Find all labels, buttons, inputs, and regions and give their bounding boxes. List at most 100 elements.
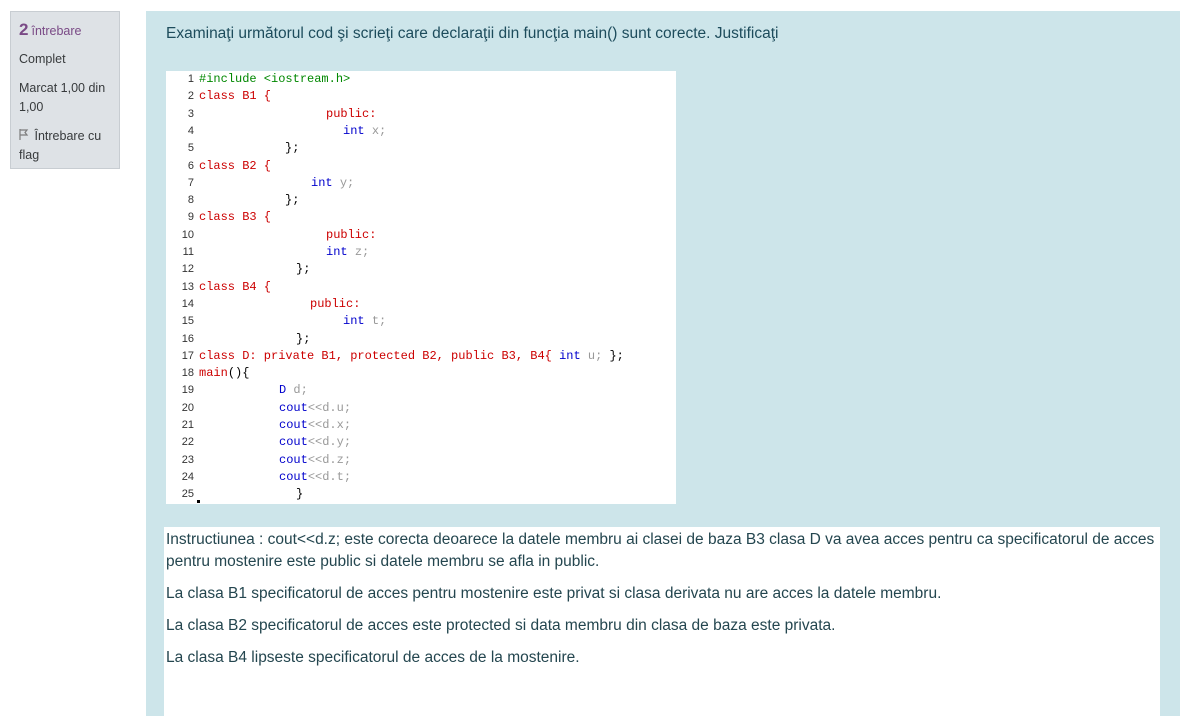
question-label: întrebare (31, 24, 82, 38)
code-text: class D: private B1, protected B2, publi… (199, 348, 624, 365)
code-token: public: (326, 106, 377, 121)
code-token: cout (279, 435, 308, 450)
line-number: 16 (181, 332, 194, 345)
code-token: class D: private B1, protected B2, publi… (199, 348, 560, 363)
code-text: int t; (343, 313, 386, 330)
code-line: 23 cout<<d.z; (166, 452, 351, 469)
question-number: 2 (19, 20, 29, 39)
code-line: 6 class B2 { (166, 158, 271, 175)
code-text: }; (296, 261, 310, 278)
line-number: 10 (181, 228, 194, 241)
code-token: <<d.u; (307, 400, 352, 415)
code-line: 14 public: (166, 296, 361, 313)
code-text: public: (326, 227, 376, 244)
code-end-dot (197, 500, 200, 503)
code-text: cout<<d.z; (279, 452, 351, 469)
question-number-line: 2 întrebare (19, 20, 111, 40)
code-text: } (296, 486, 303, 503)
code-line: 19 D d; (166, 382, 308, 399)
answer-paragraph: La clasa B4 lipseste specificatorul de a… (166, 649, 580, 666)
answer-textarea[interactable]: Instructiunea : cout<<d.z; este corecta … (164, 527, 1160, 716)
code-line: 18 main(){ (166, 365, 250, 382)
code-text: class B2 { (199, 158, 271, 175)
code-token: }; (285, 141, 300, 156)
code-line: 7 int y; (166, 175, 354, 192)
line-number: 3 (187, 107, 194, 120)
code-text: int x; (343, 123, 386, 140)
code-token: d; (293, 383, 308, 398)
flag-question-link[interactable]: Întrebare cu flag (19, 127, 111, 165)
code-token: y; (339, 175, 355, 190)
code-line: 12}; (166, 261, 311, 278)
code-text: main(){ (199, 365, 249, 382)
code-line: 9 class B3 { (166, 209, 271, 226)
code-token: cout (279, 400, 308, 415)
code-token: <<d.t; (307, 469, 352, 484)
code-line: 1 #include <iostream.h> (166, 71, 350, 88)
code-token: int (311, 175, 340, 190)
line-number: 23 (181, 453, 194, 466)
code-token: #include <iostream.h> (199, 72, 351, 86)
code-line: 20 cout<<d.u; (166, 400, 351, 417)
line-number: 25 (181, 488, 194, 501)
code-line: 22 cout<<d.y; (166, 434, 351, 451)
line-number: 2 (187, 90, 194, 103)
code-text: class B3 { (199, 209, 271, 226)
flag-icon (19, 127, 31, 146)
line-number: 24 (181, 470, 194, 483)
code-text: }; (296, 331, 310, 348)
code-token: main (199, 366, 228, 381)
code-token: class B4 { (199, 279, 272, 294)
code-token: }; (609, 348, 624, 363)
line-number: 22 (181, 436, 194, 449)
code-text: cout<<d.x; (279, 417, 351, 434)
line-number: 18 (181, 367, 194, 380)
code-token: <<d.x; (307, 418, 352, 432)
line-number: 5 (187, 142, 194, 155)
line-number: 15 (181, 315, 194, 328)
code-line: 8}; (166, 192, 300, 209)
question-text: Examinaţi următorul cod şi scrieţi care … (166, 25, 779, 42)
code-text: D d; (279, 382, 308, 399)
question-mark: Marcat 1,00 din 1,00 (19, 81, 106, 114)
line-number: 19 (181, 384, 194, 397)
line-number: 4 (187, 124, 194, 137)
code-line: 15 int t; (166, 313, 386, 330)
code-line: 24 cout<<d.t; (166, 469, 351, 486)
flag-label: Întrebare cu flag (19, 129, 102, 162)
line-number: 21 (181, 419, 194, 431)
answer-paragraph: Instructiunea : cout<<d.z; este corecta … (166, 531, 1155, 570)
question-status: Complet (19, 52, 66, 66)
line-number: 1 (187, 73, 194, 85)
code-text: }; (285, 140, 299, 157)
code-token: class B3 { (199, 210, 272, 225)
question-content: Examinaţi următorul cod şi scrieţi care … (146, 11, 1180, 716)
code-line: 3 public: (166, 106, 377, 123)
code-line: 4 int x; (166, 123, 386, 140)
code-token: }; (296, 331, 311, 346)
code-token: } (296, 487, 304, 502)
code-text: int y; (311, 175, 354, 192)
code-token: class B2 { (199, 158, 272, 173)
code-token: x; (371, 123, 387, 138)
code-line: 25} (166, 486, 303, 503)
answer-paragraph: La clasa B1 specificatorul de acces pent… (166, 585, 942, 602)
code-token: <<d.y; (307, 435, 352, 450)
code-text: }; (285, 192, 299, 209)
line-number: 8 (187, 194, 194, 207)
code-token: t; (371, 314, 387, 329)
code-token: z; (354, 245, 370, 259)
code-token: cout (279, 418, 308, 432)
question-info-panel: 2 întrebare Complet Marcat 1,00 din 1,00 … (10, 11, 120, 169)
code-token: D (279, 383, 294, 398)
code-token: int (559, 348, 588, 363)
code-listing: 1 #include <iostream.h> 2 class B1 {3 public… (166, 71, 676, 504)
line-number: 14 (181, 297, 194, 310)
line-number: 12 (181, 263, 194, 276)
line-number: 9 (187, 211, 194, 224)
code-line: 13 class B4 { (166, 279, 271, 296)
code-token: }; (285, 193, 300, 208)
code-token: }; (296, 262, 311, 277)
code-text: cout<<d.y; (279, 434, 351, 451)
code-line: 17 class D: private B1, protected B2, pub… (166, 348, 624, 365)
